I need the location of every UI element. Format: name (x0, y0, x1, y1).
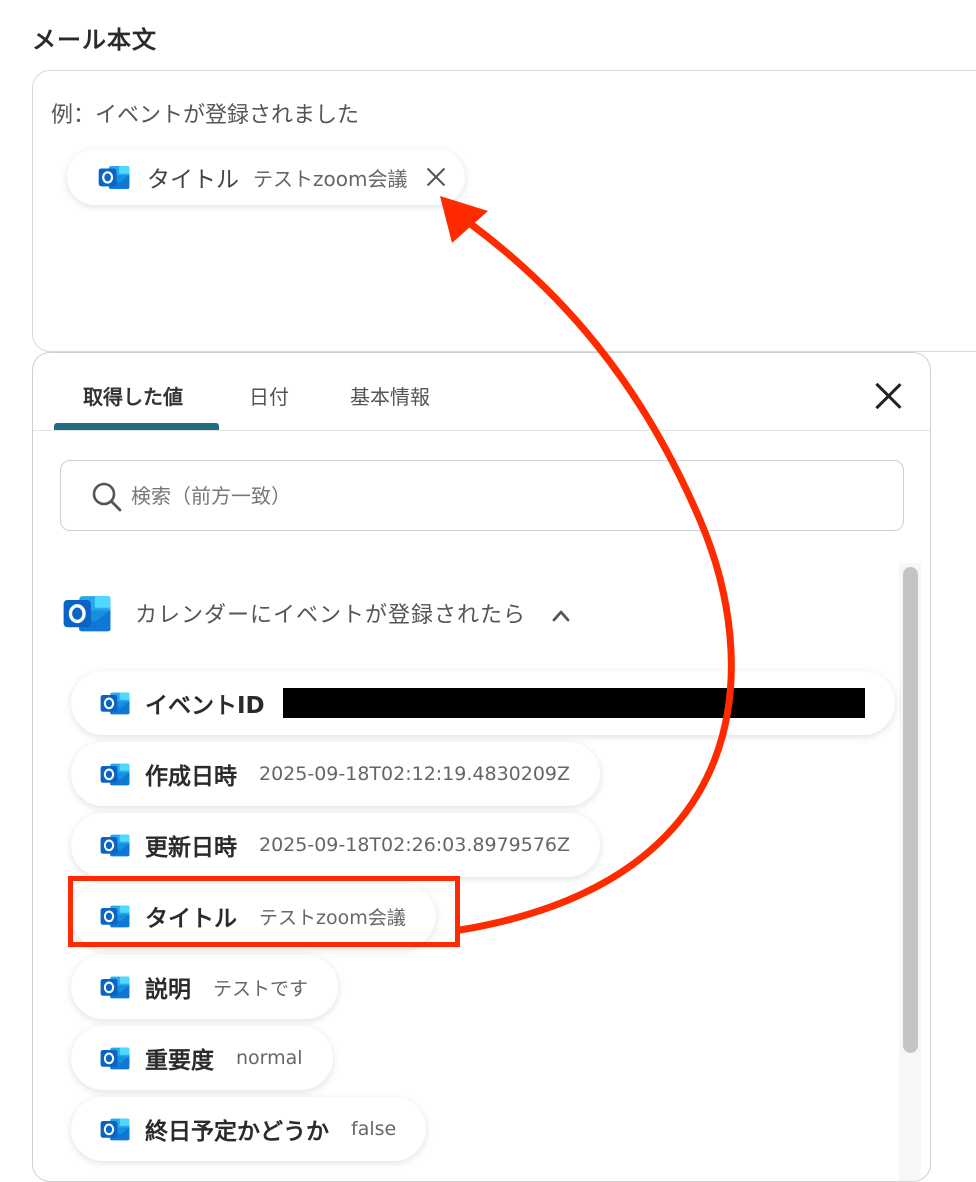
item-name: 作成日時 (145, 764, 237, 790)
group-title: カレンダーにイベントが登録されたら (135, 603, 527, 628)
item-value: 2025-09-18T02:12:19.4830209Z (259, 763, 571, 785)
outlook-icon (99, 1113, 131, 1145)
tab-acquired-values[interactable]: 取得した値 (83, 381, 183, 410)
search-input[interactable] (129, 477, 869, 515)
item-value: normal (236, 1047, 303, 1069)
outlook-icon (99, 829, 131, 861)
close-icon[interactable] (871, 379, 905, 413)
outlook-icon (99, 758, 131, 790)
tab-basic-info[interactable]: 基本情報 (350, 381, 430, 410)
search-icon (92, 482, 122, 512)
item-name: タイトル (145, 906, 237, 932)
item-name: イベントID (145, 693, 265, 719)
outlook-icon (61, 587, 113, 639)
chip-name: タイトル (147, 167, 239, 193)
redacted-value (282, 688, 865, 718)
list-item-description[interactable]: 説明 テストです (71, 955, 339, 1019)
item-name: 説明 (145, 977, 191, 1003)
item-name: 更新日時 (145, 835, 237, 861)
list-item-importance[interactable]: 重要度 normal (71, 1026, 333, 1090)
group-header[interactable]: カレンダーにイベントが登録されたら (61, 587, 570, 639)
list-item-updated-at[interactable]: 更新日時 2025-09-18T02:26:03.8979576Z (71, 813, 601, 877)
scrollbar-thumb[interactable] (903, 567, 918, 1053)
list-item-all-day[interactable]: 終日予定かどうか false (71, 1097, 427, 1161)
list-item-title[interactable]: タイトル テストzoom会議 (71, 884, 436, 948)
search-box (60, 460, 904, 531)
outlook-icon (99, 971, 131, 1003)
active-tab-indicator (54, 423, 219, 430)
item-value: テストzoom会議 (259, 906, 406, 929)
mail-body-editor[interactable]: 例：イベントが登録されました タイトル テストzoom会議 (32, 70, 976, 352)
chip-remove-icon[interactable] (423, 164, 449, 190)
list-item-event-id[interactable]: イベントID (71, 671, 895, 735)
outlook-icon (97, 160, 131, 194)
chip-value: テストzoom会議 (253, 166, 408, 191)
outlook-icon (99, 687, 131, 719)
chevron-up-icon[interactable] (552, 607, 570, 625)
outlook-icon (99, 900, 131, 932)
inserted-variable-chip[interactable]: タイトル テストzoom会議 (67, 149, 466, 205)
tab-date[interactable]: 日付 (249, 381, 289, 410)
item-name: 終日予定かどうか (145, 1119, 329, 1145)
editor-placeholder: 例：イベントが登録されました (51, 103, 360, 128)
item-name: 重要度 (145, 1048, 214, 1074)
item-value: 2025-09-18T02:26:03.8979576Z (259, 834, 571, 856)
field-label: メール本文 (32, 26, 157, 54)
tab-bar: 取得した値 日付 基本情報 (33, 353, 930, 431)
item-value: テストです (213, 977, 309, 1000)
variable-picker-panel: 取得した値 日付 基本情報 カレンダーにイベントが登録されたら イベントID 作… (32, 352, 931, 1182)
list-item-created-at[interactable]: 作成日時 2025-09-18T02:12:19.4830209Z (71, 742, 601, 806)
item-value: false (351, 1118, 397, 1140)
outlook-icon (99, 1042, 131, 1074)
